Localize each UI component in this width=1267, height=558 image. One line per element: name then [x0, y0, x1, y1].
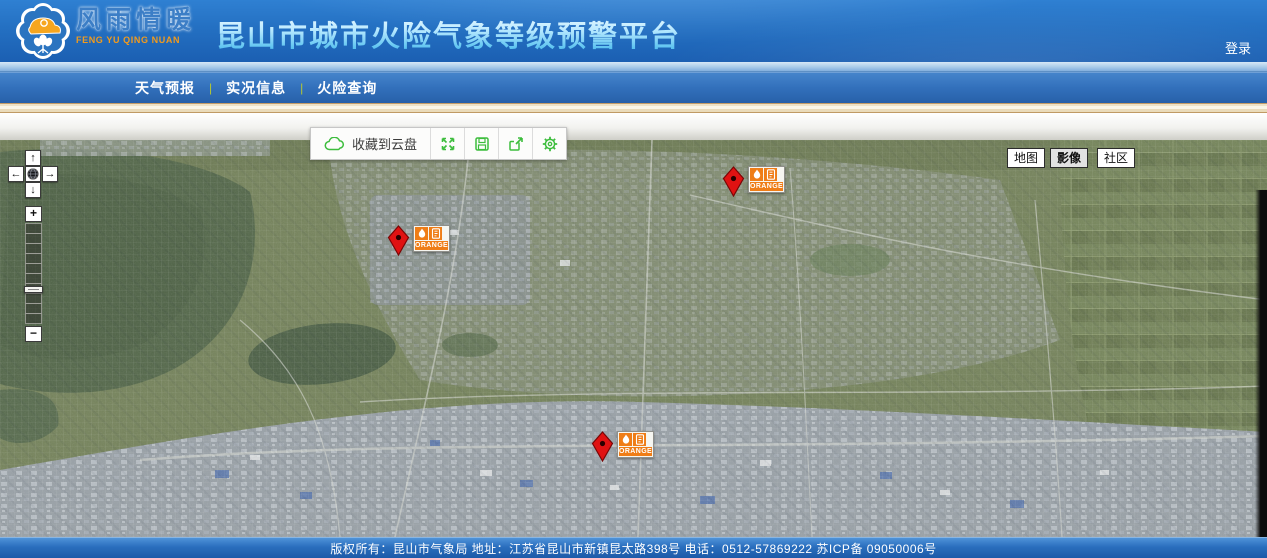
logo-text: 风雨情暖 FENG YU QING NUAN — [76, 8, 196, 45]
fire-risk-level-label: ORANGE — [750, 182, 783, 191]
copyright-text: 版权所有：昆山市气象局 地址：江苏省昆山市新镇昆太路398号 电话：0512-5… — [330, 540, 936, 557]
unloaded-tile-strip — [1255, 190, 1267, 537]
share-button[interactable] — [498, 128, 532, 159]
pan-right-button[interactable]: → — [42, 166, 58, 182]
nav-item-live-info[interactable]: 实况信息 — [226, 78, 286, 98]
login-link[interactable]: 登录 — [1225, 38, 1251, 57]
save-disk-icon — [474, 136, 490, 152]
nav-separator: | — [300, 81, 303, 95]
share-export-icon — [508, 136, 524, 152]
logo-english-name: FENG YU QING NUAN — [76, 36, 196, 45]
map-type-satellite-button[interactable]: 影像 — [1050, 148, 1088, 168]
fire-warning-platform-page: 风雨情暖 FENG YU QING NUAN 昆山市城市火险气象等级预警平台 登… — [0, 0, 1267, 558]
fire-warning-marker[interactable]: ORANGE — [722, 166, 785, 197]
satellite-imagery — [0, 140, 1267, 537]
hazard-sign-icon — [429, 227, 442, 240]
fire-risk-placard[interactable]: ORANGE — [413, 225, 450, 252]
flame-icon — [750, 168, 763, 181]
settings-button[interactable] — [532, 128, 566, 159]
nav-item-fire-risk-query[interactable]: 火险查询 — [317, 78, 377, 98]
zoom-level-cell[interactable] — [25, 313, 42, 324]
zoom-slider-handle[interactable] — [24, 286, 43, 293]
hazard-sign-icon — [764, 168, 777, 181]
fire-risk-placard[interactable]: ORANGE — [748, 166, 785, 193]
satellite-map[interactable]: ↑ ← → ↓ + — [0, 140, 1267, 537]
map-type-switcher: 地图 影像 社区 — [1002, 148, 1135, 168]
page-title: 昆山市城市火险气象等级预警平台 — [216, 13, 681, 55]
map-pin-icon[interactable] — [722, 166, 745, 197]
fire-risk-level-label: ORANGE — [415, 241, 448, 250]
zoom-out-button[interactable]: − — [25, 326, 42, 342]
flame-icon — [415, 227, 428, 240]
fullscreen-button[interactable] — [430, 128, 464, 159]
footer: 版权所有：昆山市气象局 地址：江苏省昆山市新镇昆太路398号 电话：0512-5… — [0, 537, 1267, 558]
fire-warning-marker[interactable]: ORANGE — [387, 225, 450, 256]
map-type-community-button[interactable]: 社区 — [1097, 148, 1135, 168]
pan-up-button[interactable]: ↑ — [25, 150, 41, 166]
header-divider-strip — [0, 62, 1267, 72]
fullscreen-icon — [440, 136, 456, 152]
logo-chinese-name: 风雨情暖 — [76, 8, 196, 33]
gear-icon — [542, 136, 558, 152]
logo-emblem-icon — [16, 2, 70, 60]
globe-icon — [27, 168, 39, 180]
pan-left-button[interactable]: ← — [8, 166, 24, 182]
pan-down-button[interactable]: ↓ — [25, 182, 41, 198]
save-to-cloud-label: 收藏到云盘 — [352, 134, 417, 153]
map-pin-icon[interactable] — [387, 225, 410, 256]
hazard-sign-icon — [633, 433, 646, 446]
fire-risk-level-label: ORANGE — [619, 447, 652, 456]
nav-separator: | — [209, 81, 212, 95]
map-toolbar: 收藏到云盘 — [310, 127, 567, 160]
fire-risk-placard[interactable]: ORANGE — [617, 431, 654, 458]
map-pin-icon[interactable] — [591, 431, 614, 462]
save-to-cloud-button[interactable]: 收藏到云盘 — [311, 128, 430, 159]
main-nav: 天气预报 | 实况信息 | 火险查询 — [0, 72, 1267, 103]
pan-center-globe-button[interactable] — [25, 166, 41, 182]
nav-item-weather-forecast[interactable]: 天气预报 — [135, 78, 195, 98]
map-zoom-control: + − — [25, 206, 42, 342]
flame-icon — [619, 433, 632, 446]
zoom-in-button[interactable]: + — [25, 206, 42, 222]
beige-divider-strip — [0, 103, 1267, 113]
content-top-band — [0, 113, 1267, 140]
cloud-icon — [324, 137, 345, 151]
header: 风雨情暖 FENG YU QING NUAN 昆山市城市火险气象等级预警平台 登… — [0, 0, 1267, 62]
map-type-map-button[interactable]: 地图 — [1007, 148, 1045, 168]
zoom-slider-track[interactable] — [25, 223, 42, 324]
fire-warning-marker[interactable]: ORANGE — [591, 431, 654, 462]
save-image-button[interactable] — [464, 128, 498, 159]
map-pan-control: ↑ ← → ↓ — [8, 150, 60, 200]
